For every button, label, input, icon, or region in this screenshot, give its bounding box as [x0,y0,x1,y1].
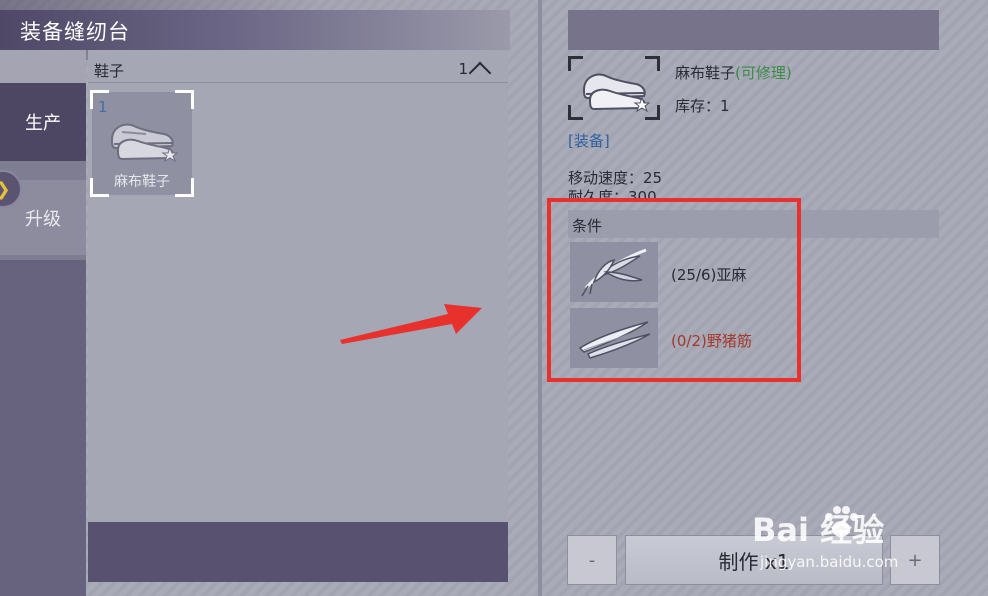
watermark-url: jingyan.baidu.com [760,553,899,571]
chevron-up-icon[interactable] [468,61,492,85]
annotation-arrow-icon [340,304,482,344]
window-title: 装备缝纫台 [20,20,130,44]
baidu-watermark: Bai 经验 jingyan.baidu.com [752,505,898,571]
tab-production[interactable]: 生产 [0,83,86,161]
paw-icon [825,506,858,537]
tab-column-lower [0,260,86,596]
stock-count: 库存：1 [675,97,730,115]
watermark-brand: Bai 经验 [752,511,885,549]
repairable-note: (可修理) [735,64,792,82]
list-bottom-bar [88,522,508,582]
category-label: 鞋子 [94,62,125,80]
detail-item-icon [568,56,660,120]
stat-move-speed: 移动速度：25 [568,169,663,187]
corner-bracket [175,90,194,109]
tab-production-label: 生产 [25,113,61,134]
detail-header-bar [568,10,939,50]
panel-divider [538,0,542,596]
detail-item-name: 麻布鞋子(可修理) [675,62,792,83]
list-category-header[interactable]: 鞋子 1 [88,56,508,85]
shoe-icon [110,123,178,162]
item-name: 麻布鞋子 [114,174,170,190]
title-bar: 装备缝纫台 [0,10,510,50]
annotation-highlight-box [547,198,801,382]
item-category-tag: [装备] [568,132,610,150]
tab-column-top [0,50,86,83]
shoe-icon [582,73,650,113]
tab-upgrade-label: 升级 [25,208,61,230]
category-count: 1 [458,60,468,78]
decrease-quantity-button[interactable]: - [567,535,617,585]
detail-name-text: 麻布鞋子 [675,64,736,82]
item-slot-linen-shoes[interactable]: 1 麻布鞋子 [90,90,194,197]
